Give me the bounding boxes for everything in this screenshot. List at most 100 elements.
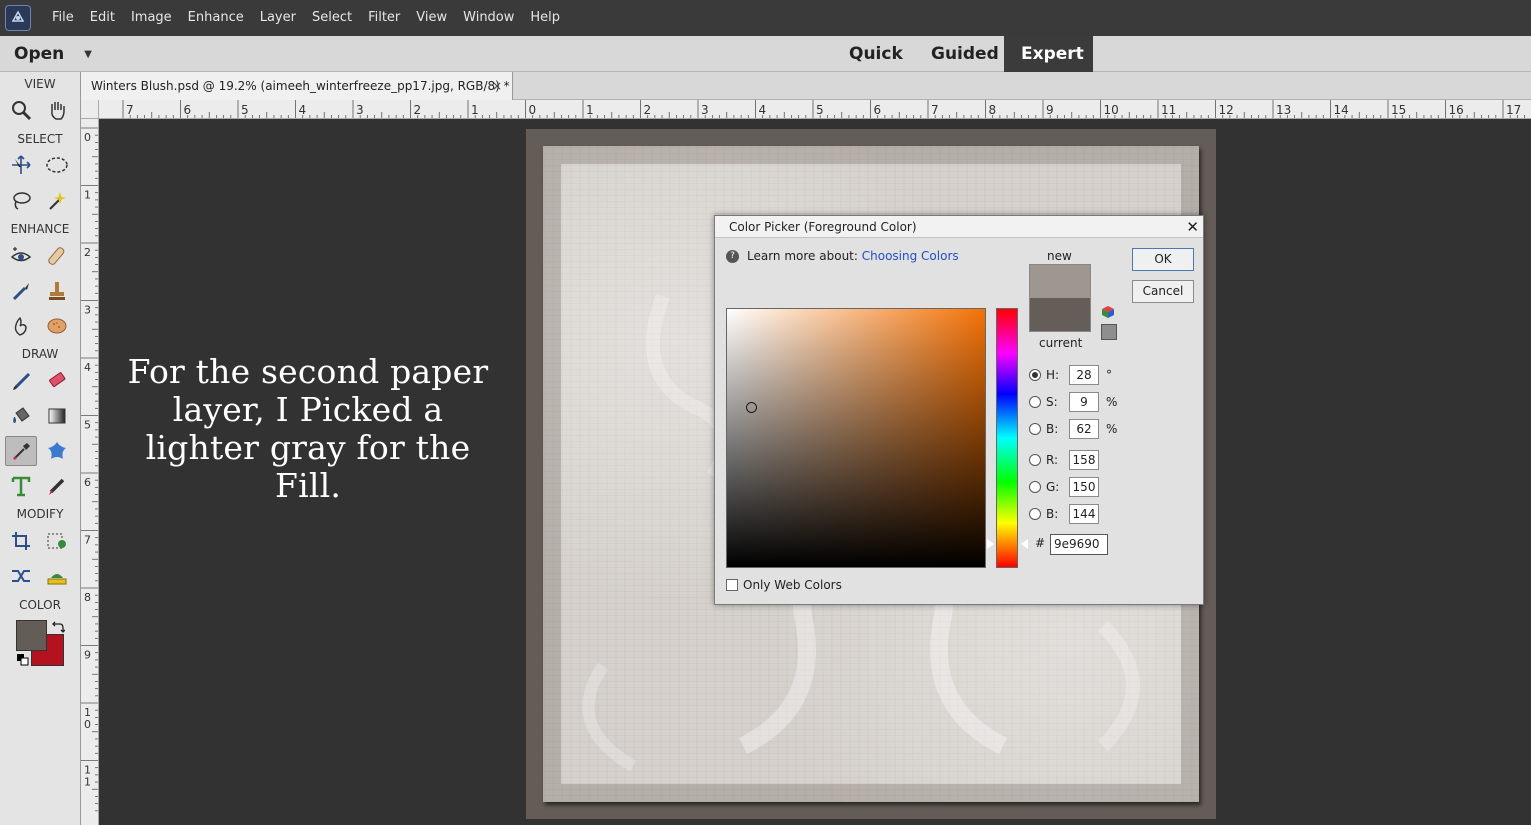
ruler-top-label: 5	[241, 103, 249, 117]
ruler-top-label: 11	[1161, 103, 1176, 117]
magic-wand-tool-icon[interactable]	[41, 185, 73, 215]
ruler-left-ticks: 01234567891011	[81, 127, 98, 812]
crop-tool-icon[interactable]	[5, 526, 37, 556]
out-of-gamut-cube-icon[interactable]	[1101, 305, 1115, 319]
move-tool-icon[interactable]	[5, 150, 37, 180]
recompose-tool-icon[interactable]	[41, 526, 73, 556]
spot-healing-tool-icon[interactable]	[41, 241, 73, 271]
ruler-top-label: 13	[1276, 103, 1291, 117]
blue-radio[interactable]	[1029, 508, 1041, 520]
menu-layer[interactable]: Layer	[252, 0, 304, 36]
type-tool-icon[interactable]	[5, 471, 37, 501]
current-color-swatch[interactable]	[1029, 298, 1091, 332]
paint-bucket-tool-icon[interactable]	[5, 401, 37, 431]
hand-tool-icon[interactable]	[41, 95, 73, 125]
blue-field-label: B:	[1046, 507, 1059, 521]
app-logo-icon[interactable]	[0, 0, 36, 36]
menu-window[interactable]: Window	[455, 0, 522, 36]
logo-glyph-icon	[11, 10, 25, 22]
learn-more-text: Learn more about: Choosing Colors	[747, 249, 959, 263]
blue-field-row: B: 144	[1029, 504, 1099, 524]
gradient-tool-icon[interactable]	[41, 401, 73, 431]
menu-select[interactable]: Select	[304, 0, 360, 36]
clone-stamp-tool-icon[interactable]	[41, 276, 73, 306]
default-colors-icon[interactable]	[16, 653, 30, 667]
brightness-radio[interactable]	[1029, 423, 1041, 435]
menu-image[interactable]: Image	[123, 0, 180, 36]
tab-guided[interactable]: Guided	[914, 36, 1016, 72]
web-safe-swatch-icon[interactable]	[1101, 324, 1117, 340]
saturation-input[interactable]: 9	[1069, 392, 1099, 412]
ok-button[interactable]: OK	[1132, 248, 1194, 271]
section-enhance: ENHANCE	[10, 222, 70, 236]
foreground-color-swatch[interactable]	[16, 620, 47, 651]
menu-file[interactable]: File	[44, 0, 82, 36]
ruler-top-ticks: 7 6 5 4 3 2 1 0 1 2 3 4 5 6 7 8 9 10 11 12 13 14 15 16 17	[122, 100, 1525, 118]
ruler-top-label: 1	[471, 103, 479, 117]
hue-input[interactable]: 28	[1069, 365, 1099, 385]
zoom-tool-icon[interactable]	[5, 95, 37, 125]
choosing-colors-link[interactable]: Choosing Colors	[862, 249, 959, 263]
content-aware-move-tool-icon[interactable]	[5, 561, 37, 591]
saturation-brightness-field[interactable]	[726, 308, 986, 568]
brightness-input[interactable]: 62	[1069, 419, 1099, 439]
menu-enhance[interactable]: Enhance	[180, 0, 252, 36]
blur-tool-icon[interactable]	[5, 311, 37, 341]
hue-field-row: H: 28 °	[1029, 365, 1112, 385]
saturation-field-row: S: 9 %	[1029, 392, 1117, 412]
red-radio[interactable]	[1029, 454, 1041, 466]
section-color: COLOR	[19, 598, 61, 612]
ruler-top-label: 17	[1506, 103, 1521, 117]
blue-input[interactable]: 144	[1069, 504, 1099, 524]
saturation-radio[interactable]	[1029, 396, 1041, 408]
tab-quick[interactable]: Quick	[832, 36, 920, 72]
menu-help[interactable]: Help	[522, 0, 568, 36]
hue-slider-left-arrow-icon[interactable]	[987, 539, 994, 549]
hue-slider[interactable]	[996, 308, 1018, 568]
smart-brush-tool-icon[interactable]	[5, 276, 37, 306]
hex-input[interactable]: 9e9690	[1050, 534, 1108, 555]
ruler-top: 7 6 5 4 3 2 1 0 1 2 3 4 5 6 7 8 9 10 11 12 13 14 15 16 17	[99, 100, 1531, 119]
green-radio[interactable]	[1029, 481, 1041, 493]
chevron-down-icon[interactable]: ▼	[84, 49, 92, 60]
menu-edit[interactable]: Edit	[82, 0, 123, 36]
red-field-label: R:	[1046, 453, 1059, 467]
red-eye-tool-icon[interactable]	[5, 241, 37, 271]
eraser-tool-icon[interactable]	[41, 366, 73, 396]
brush-tool-icon[interactable]	[5, 366, 37, 396]
ruler-left-label: 8	[84, 591, 91, 604]
pencil-tool-icon[interactable]	[41, 471, 73, 501]
eyedropper-tool-icon[interactable]	[5, 436, 37, 466]
ruler-top-label: 3	[356, 103, 364, 117]
ruler-top-label: 2	[644, 103, 652, 117]
close-icon[interactable]: ×	[492, 72, 502, 100]
help-icon: ?	[726, 250, 739, 263]
open-button[interactable]: Open ▼	[14, 36, 92, 72]
straighten-tool-icon[interactable]	[41, 561, 73, 591]
menu-view[interactable]: View	[408, 0, 455, 36]
cancel-button[interactable]: Cancel	[1132, 280, 1194, 303]
dialog-title-text: Color Picker (Foreground Color)	[729, 220, 917, 234]
tab-expert[interactable]: Expert	[1004, 36, 1093, 72]
open-label: Open	[14, 44, 65, 64]
hue-radio[interactable]	[1029, 369, 1041, 381]
color-field-marker[interactable]	[746, 402, 757, 413]
custom-shape-tool-icon[interactable]	[41, 436, 73, 466]
ruler-left-label: 2	[84, 246, 91, 259]
swap-colors-icon[interactable]	[51, 620, 65, 634]
menu-filter[interactable]: Filter	[360, 0, 408, 36]
hue-slider-right-arrow-icon[interactable]	[1021, 539, 1028, 549]
section-modify: MODIFY	[16, 507, 64, 521]
ruler-top-label: 14	[1334, 103, 1349, 117]
lasso-tool-icon[interactable]	[5, 185, 37, 215]
ruler-top-label: 0	[529, 103, 537, 117]
ruler-top-label: 3	[701, 103, 709, 117]
red-input[interactable]: 158	[1069, 450, 1099, 470]
new-color-label: new	[1047, 249, 1072, 263]
green-input[interactable]: 150	[1069, 477, 1099, 497]
document-tab[interactable]: Winters Blush.psd @ 19.2% (aimeeh_winter…	[81, 72, 513, 100]
sponge-tool-icon[interactable]	[41, 311, 73, 341]
marquee-tool-icon[interactable]	[41, 150, 73, 180]
only-web-colors-checkbox[interactable]	[726, 579, 738, 591]
close-icon[interactable]: ✕	[1186, 216, 1199, 238]
